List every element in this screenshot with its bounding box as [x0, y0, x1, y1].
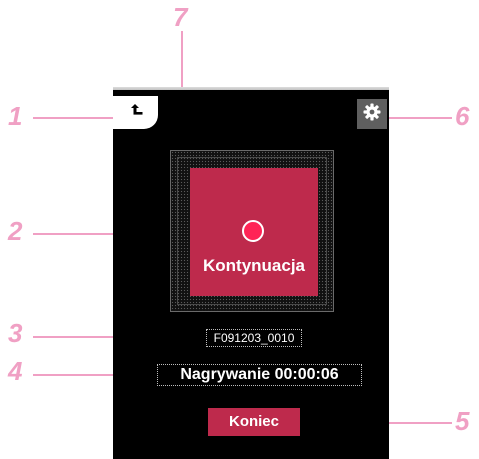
callout-7-line [181, 31, 183, 89]
file-name-label: F091203_0010 [206, 329, 302, 347]
end-button[interactable]: Koniec [208, 408, 300, 436]
continue-record-button[interactable]: Kontynuacja [190, 168, 318, 296]
back-arrow-icon [128, 102, 144, 123]
callout-6: 6 [455, 101, 470, 131]
device-screen: Kontynuacja F091203_0010 Nagrywanie 00:0… [113, 90, 389, 459]
callout-4: 4 [8, 356, 23, 386]
callout-1: 1 [8, 101, 23, 131]
callout-3: 3 [8, 318, 23, 348]
callout-1-line [33, 117, 116, 119]
settings-button[interactable] [357, 99, 387, 129]
gear-icon [362, 102, 382, 127]
callout-2: 2 [8, 216, 23, 246]
recording-status-label: Nagrywanie 00:00:06 [157, 364, 362, 386]
callout-5: 5 [455, 406, 470, 436]
callout-6-line [382, 117, 452, 119]
record-dot-icon [242, 220, 264, 242]
back-button[interactable] [113, 96, 158, 129]
continue-label: Kontynuacja [202, 256, 306, 275]
callout-7: 7 [173, 2, 188, 32]
